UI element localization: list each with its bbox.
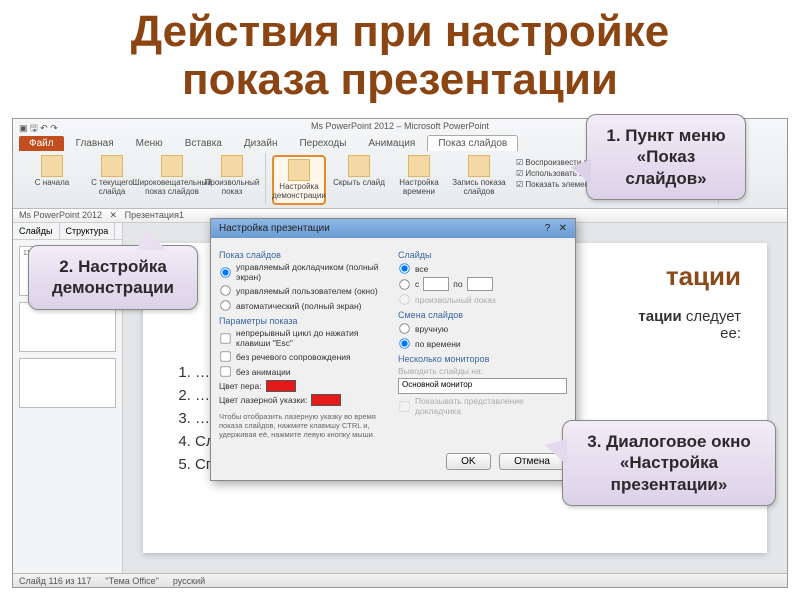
from-current-label: С текущего слайда <box>85 179 139 197</box>
group-advance: Смена слайдов <box>398 310 567 320</box>
slide-thumb[interactable] <box>19 302 116 352</box>
broadcast-label: Широковещательный показ слайдов <box>132 179 211 197</box>
page-title: Действия при настройке показа презентаци… <box>0 0 800 109</box>
callout-3-text: 3. Диалоговое окно «Настройка презентаци… <box>587 432 750 494</box>
doc-tab-1[interactable]: Ms PowerPoint 2012 <box>19 210 102 220</box>
setup-icon <box>288 159 310 181</box>
ribbon-group-start: С начала С текущего слайда Широковещател… <box>19 153 266 204</box>
panel-tab-slides[interactable]: Слайды <box>13 223 60 239</box>
callout-tail-icon <box>137 230 167 250</box>
from-start-button[interactable]: С начала <box>25 155 79 188</box>
callout-2-text: 2. Настройка демонстрации <box>52 257 174 297</box>
panel-tab-outline[interactable]: Структура <box>60 223 116 239</box>
dialog-titlebar: Настройка презентации ? ✕ <box>211 219 575 238</box>
from-current-button[interactable]: С текущего слайда <box>85 155 139 197</box>
opt-all-slides[interactable]: все <box>398 262 567 275</box>
opt-slide-range[interactable]: с по <box>398 277 567 291</box>
laser-color-swatch[interactable] <box>311 394 341 406</box>
ok-button[interactable]: OK <box>446 453 490 470</box>
dialog-window-controls[interactable]: ? ✕ <box>545 223 567 234</box>
opt-auto[interactable]: автоматический (полный экран) <box>219 299 388 312</box>
record-label: Запись показа слайдов <box>452 179 506 197</box>
callout-tail-icon <box>571 159 591 185</box>
title-line-1: Действия при настройке <box>20 8 780 56</box>
tab-menu[interactable]: Меню <box>126 136 173 151</box>
pen-color-swatch[interactable] <box>266 380 296 392</box>
status-bar: Слайд 116 из 117 "Тема Office" русский <box>13 573 787 587</box>
callout-step-3: 3. Диалоговое окно «Настройка презентаци… <box>562 420 776 506</box>
rehearse-label: Настройка времени <box>392 179 446 197</box>
custom-show-button[interactable]: Произвольный показ <box>205 155 259 197</box>
dialog-title-text: Настройка презентации <box>219 223 330 234</box>
tab-home[interactable]: Главная <box>66 136 124 151</box>
chk-loop[interactable]: непрерывный цикл до нажатия клавиши "Esc… <box>219 328 388 348</box>
record-icon <box>468 155 490 177</box>
status-slide-count: Слайд 116 из 117 <box>19 576 91 586</box>
opt-user[interactable]: управляемый пользователем (окно) <box>219 284 388 297</box>
show-on-label: Выводить слайды на: <box>398 366 567 376</box>
laser-color-label: Цвет лазерной указки: <box>219 395 307 405</box>
to-spinbox[interactable] <box>467 277 493 291</box>
custom-show-label: Произвольный показ <box>205 179 260 197</box>
group-params: Параметры показа <box>219 316 388 326</box>
tab-slideshow[interactable]: Показ слайдов <box>427 135 518 151</box>
record-button[interactable]: Запись показа слайдов <box>452 155 506 197</box>
tab-file[interactable]: Файл <box>19 136 64 151</box>
play-icon <box>41 155 63 177</box>
doc-tab-2[interactable]: Презентация1 <box>125 210 184 220</box>
pen-color-label: Цвет пера: <box>219 381 262 391</box>
monitor-select[interactable]: Основной монитор <box>398 378 567 394</box>
opt-speaker[interactable]: управляемый докладчиком (полный экран) <box>219 262 388 282</box>
callout-tail-icon <box>545 439 567 465</box>
tab-design[interactable]: Дизайн <box>234 136 288 151</box>
setup-label: Настройка демонстрации <box>272 183 326 201</box>
hide-label: Скрыть слайд <box>333 179 385 188</box>
from-start-label: С начала <box>35 179 69 188</box>
chk-no-animation[interactable]: без анимации <box>219 365 388 378</box>
broadcast-icon <box>161 155 183 177</box>
tab-transitions[interactable]: Переходы <box>289 136 356 151</box>
callout-step-1: 1. Пункт меню «Показ слайдов» <box>586 114 746 200</box>
slide-thumb[interactable] <box>19 358 116 408</box>
setup-slideshow-button[interactable]: Настройка демонстрации <box>272 155 326 205</box>
clock-icon <box>408 155 430 177</box>
broadcast-button[interactable]: Широковещательный показ слайдов <box>145 155 199 197</box>
title-line-2: показа презентации <box>20 56 780 104</box>
setup-dialog: Настройка презентации ? ✕ Показ слайдов … <box>210 218 576 481</box>
custom-show-icon <box>221 155 243 177</box>
chk-no-narration[interactable]: без речевого сопровождения <box>219 350 388 363</box>
chk-presenter-view[interactable]: Показывать представление докладчика <box>398 396 567 416</box>
group-show-type: Показ слайдов <box>219 250 388 260</box>
opt-advance-timings[interactable]: по времени <box>398 337 567 350</box>
opt-custom-show[interactable]: произвольный показ <box>398 293 567 306</box>
tab-insert[interactable]: Вставка <box>175 136 232 151</box>
opt-advance-manual[interactable]: вручную <box>398 322 567 335</box>
status-theme: "Тема Office" <box>105 576 158 586</box>
play-current-icon <box>101 155 123 177</box>
group-monitors: Несколько мониторов <box>398 354 567 364</box>
hide-slide-button[interactable]: Скрыть слайд <box>332 155 386 188</box>
laser-note: Чтобы отобразить лазерную указку во врем… <box>219 412 388 439</box>
window-title: Ms PowerPoint 2012 – Microsoft PowerPoin… <box>311 121 489 131</box>
hide-icon <box>348 155 370 177</box>
status-language: русский <box>173 576 205 586</box>
callout-step-2: 2. Настройка демонстрации <box>28 245 198 310</box>
from-spinbox[interactable] <box>423 277 449 291</box>
callout-1-text: 1. Пункт меню «Показ слайдов» <box>606 126 725 188</box>
rehearse-button[interactable]: Настройка времени <box>392 155 446 197</box>
group-slides: Слайды <box>398 250 567 260</box>
tab-animation[interactable]: Анимация <box>358 136 425 151</box>
